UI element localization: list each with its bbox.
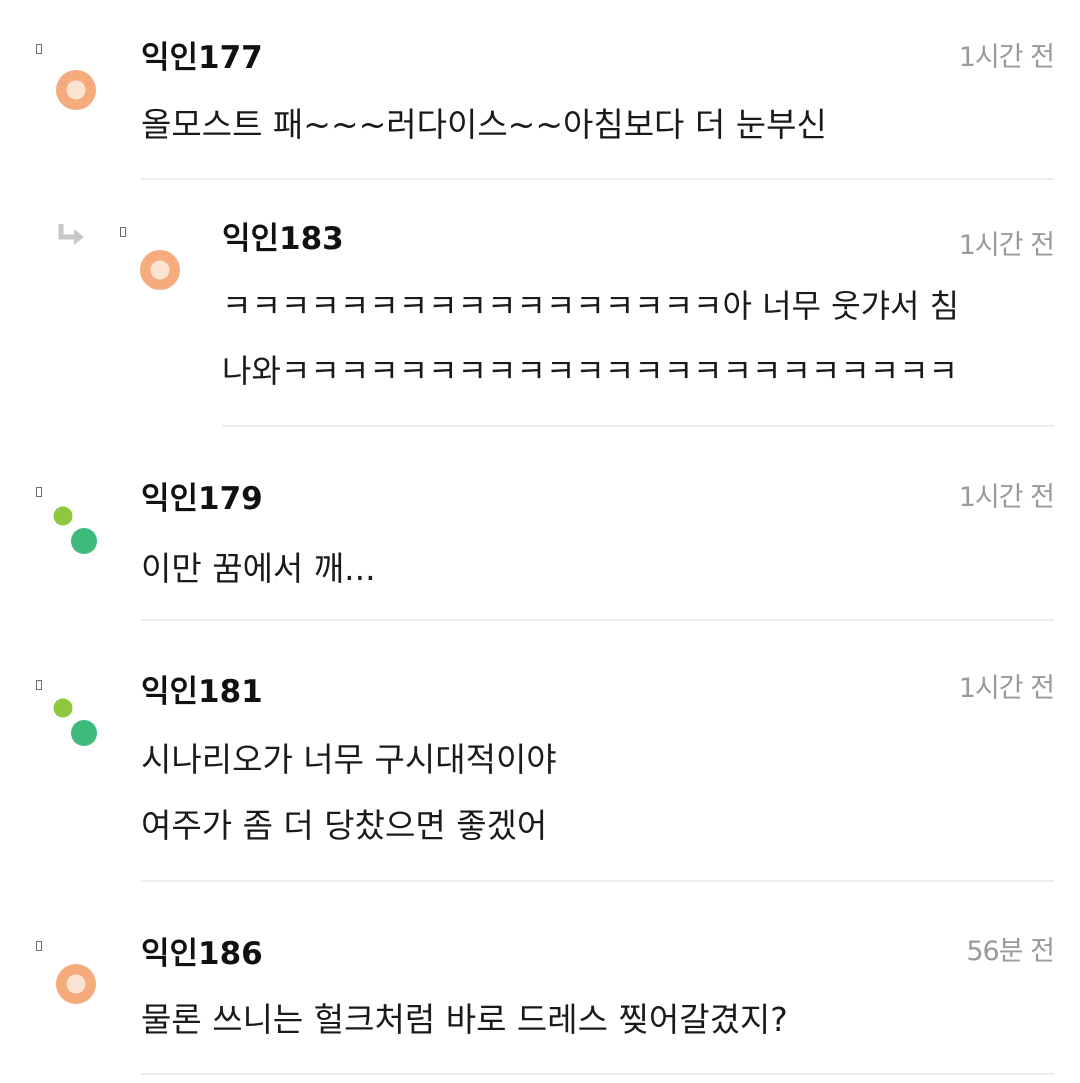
avatar[interactable] (52, 697, 98, 749)
divider (141, 178, 1054, 180)
reply-arrow-icon (58, 224, 84, 245)
avatar[interactable] (55, 69, 97, 111)
comment-text: 여주가 좀 더 당찼으면 좋겠어 (141, 806, 548, 845)
comment-time: 1시간 전 (958, 230, 1055, 261)
comment-menu-icon[interactable] (36, 487, 42, 497)
comment-nickname[interactable]: 익인183 (222, 219, 344, 259)
divider (141, 619, 1054, 621)
avatar[interactable] (52, 505, 98, 557)
comment-nickname[interactable]: 익인177 (141, 38, 263, 78)
comment-time: 1시간 전 (958, 482, 1055, 513)
comment-text: 시나리오가 너무 구시대적이야 (141, 740, 557, 779)
orange-avatar-icon (56, 70, 96, 110)
avatar[interactable] (139, 249, 181, 291)
green-avatar-icon (53, 506, 97, 554)
comment-text: 물론 쓰니는 헐크처럼 바로 드레스 찢어갈겼지? (141, 1000, 788, 1039)
comment-time: 1시간 전 (958, 42, 1055, 73)
comment-time: 1시간 전 (958, 673, 1055, 704)
divider (141, 880, 1054, 882)
divider (141, 1073, 1054, 1075)
orange-avatar-icon (56, 964, 96, 1004)
green-avatar-icon (53, 698, 97, 746)
comment-menu-icon[interactable] (36, 44, 42, 54)
comment-text: 이만 꿈에서 깨... (141, 549, 376, 588)
avatar[interactable] (55, 963, 97, 1005)
comment-text: ㅋㅋㅋㅋㅋㅋㅋㅋㅋㅋㅋㅋㅋㅋㅋㅋㅋ아 너무 웃갸서 침 (222, 287, 960, 325)
comment-text: 올모스트 패~~~러다이스~~아침보다 더 눈부신 (141, 105, 827, 144)
comment-menu-icon[interactable] (36, 941, 42, 951)
orange-avatar-icon (140, 250, 180, 290)
divider (222, 425, 1054, 427)
comment-time: 56분 전 (966, 936, 1055, 967)
comment-nickname[interactable]: 익인186 (141, 934, 263, 974)
comment-nickname[interactable]: 익인179 (141, 479, 263, 519)
comment-nickname[interactable]: 익인181 (141, 672, 263, 712)
comment-text: 나와ㅋㅋㅋㅋㅋㅋㅋㅋㅋㅋㅋㅋㅋㅋㅋㅋㅋㅋㅋㅋㅋㅋㅋ (222, 352, 959, 390)
comment-menu-icon[interactable] (120, 227, 126, 237)
comment-menu-icon[interactable] (36, 680, 42, 690)
